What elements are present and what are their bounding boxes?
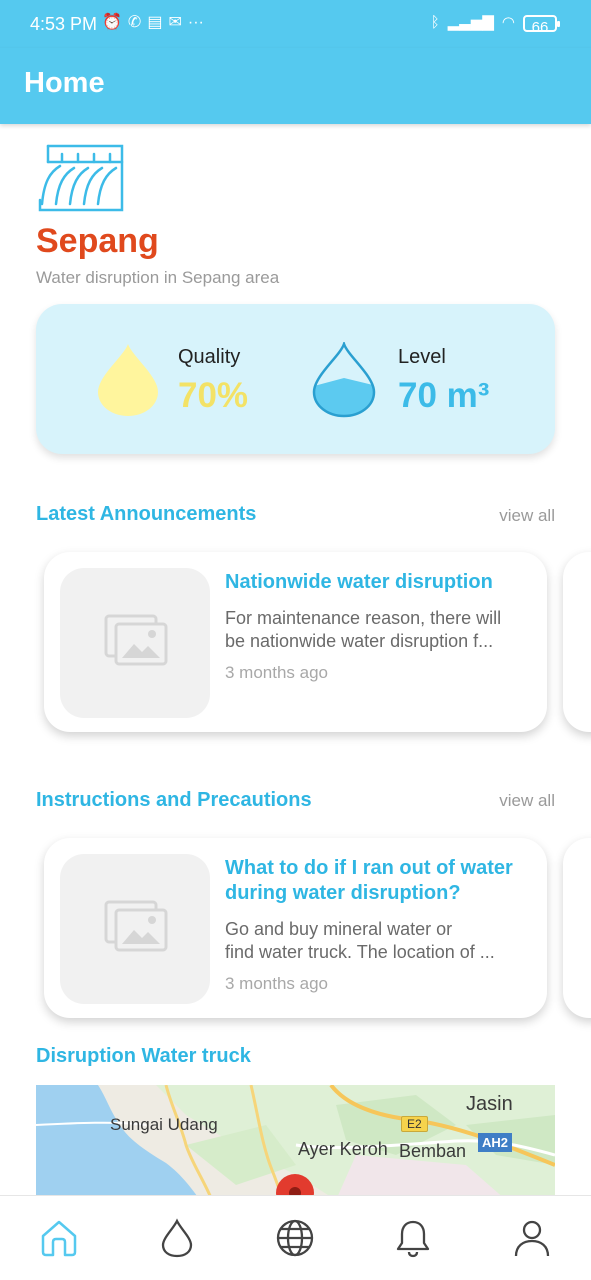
level-value: 70 m³ xyxy=(398,376,490,415)
status-right-icons: ᛒ ▂▃▅▇ ◠ 66 xyxy=(430,12,560,36)
map-label-ah2: AH2 xyxy=(478,1133,513,1152)
instruction-card-next[interactable] xyxy=(563,838,591,1018)
map-label-e2: E2 xyxy=(401,1116,428,1132)
image-placeholder-icon xyxy=(104,900,168,952)
status-left-icons: ⏰ ✆ ▤ ✉ ··· xyxy=(102,12,204,34)
announcements-view-all-link[interactable]: view all xyxy=(499,506,555,526)
water-truck-title: Disruption Water truck xyxy=(36,1045,251,1067)
announcement-desc-line1: For maintenance reason, there will xyxy=(225,608,502,628)
more-dots-icon: ··· xyxy=(187,14,204,31)
water-drop-icon[interactable] xyxy=(157,1218,197,1258)
instruction-description: Go and buy mineral water or find water t… xyxy=(225,918,530,964)
instruction-desc-line2: find water truck. The location of ... xyxy=(225,942,495,962)
announcement-desc-line2: be nationwide water disruption f... xyxy=(225,631,494,651)
bottom-navigation xyxy=(0,1195,591,1280)
instruction-card[interactable]: What to do if I ran out of water during … xyxy=(44,838,547,1018)
instruction-thumbnail xyxy=(60,854,210,1004)
map-label-ayer-keroh: Ayer Keroh xyxy=(298,1139,388,1159)
home-icon[interactable] xyxy=(39,1218,79,1258)
wifi-icon: ◠ xyxy=(501,14,515,31)
bluetooth-icon: ᛒ xyxy=(430,14,440,31)
announcement-description: For maintenance reason, there will be na… xyxy=(225,607,530,653)
announcement-card-next[interactable] xyxy=(563,552,591,732)
quality-drop-icon xyxy=(98,344,158,416)
water-stats-card: Quality 70% Level 70 m³ xyxy=(36,304,555,454)
announcement-time: 3 months ago xyxy=(225,663,329,682)
globe-icon[interactable] xyxy=(275,1218,315,1258)
quality-label: Quality xyxy=(178,346,241,368)
status-time: 4:53 PM xyxy=(30,14,98,34)
announcement-card[interactable]: Nationwide water disruption For maintena… xyxy=(44,552,547,732)
outlook-icon: ✉ xyxy=(168,14,182,31)
map-label-sungai-udang: Sungai Udang xyxy=(110,1115,218,1134)
signal-icon: ▂▃▅▇ xyxy=(447,14,494,31)
image-placeholder-icon xyxy=(104,614,168,666)
area-description: Water disruption in Sepang area xyxy=(36,268,280,287)
person-icon[interactable] xyxy=(512,1218,552,1258)
instructions-title: Instructions and Precautions xyxy=(36,789,312,811)
news-icon: ▤ xyxy=(147,14,163,31)
app-root: 4:53 PM ⏰ ✆ ▤ ✉ ··· ᛒ ▂▃▅▇ ◠ 66 Home Sep… xyxy=(0,0,591,1280)
level-label: Level xyxy=(398,346,446,368)
map-label-bemban: Bemban xyxy=(399,1141,467,1161)
water-truck-map[interactable]: Jasin Sungai Udang Ayer Keroh Bemban E2 … xyxy=(36,1085,555,1200)
map-label-jasin: Jasin xyxy=(466,1093,513,1115)
instructions-view-all-link[interactable]: view all xyxy=(499,791,555,811)
quality-value: 70% xyxy=(178,376,249,415)
instruction-title: What to do if I ran out of water during … xyxy=(225,857,513,904)
dam-icon xyxy=(38,144,124,212)
alarm-icon: ⏰ xyxy=(102,14,122,31)
instruction-desc-line1: Go and buy mineral water or xyxy=(225,919,453,939)
page-title: Home xyxy=(24,67,105,99)
announcements-title: Latest Announcements xyxy=(36,503,257,525)
level-drop-icon xyxy=(312,342,376,418)
area-name: Sepang xyxy=(36,222,159,260)
app-bar: Home xyxy=(0,48,591,124)
instruction-time: 3 months ago xyxy=(225,974,329,993)
announcement-title: Nationwide water disruption xyxy=(225,571,493,593)
bell-icon[interactable] xyxy=(393,1218,433,1258)
announcement-thumbnail xyxy=(60,568,210,718)
status-bar: 4:53 PM ⏰ ✆ ▤ ✉ ··· ᛒ ▂▃▅▇ ◠ 66 xyxy=(0,0,591,48)
whatsapp-icon: ✆ xyxy=(127,14,142,31)
battery-icon: 66 xyxy=(523,14,560,36)
